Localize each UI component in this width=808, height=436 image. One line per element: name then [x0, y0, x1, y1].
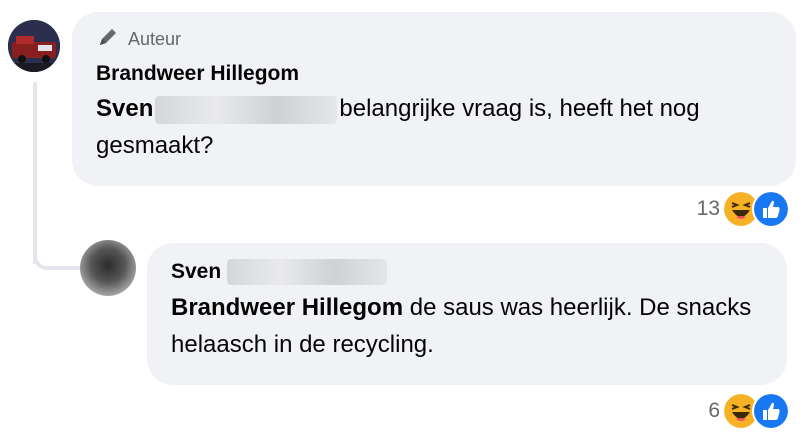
mention-link[interactable]: Sven [96, 95, 153, 122]
comment-author[interactable]: Brandweer Hillegom [96, 62, 772, 86]
reply-text: Brandweer Hillegom de saus was heerlijk.… [171, 289, 763, 363]
reaction-count: 6 [708, 399, 720, 422]
reply-author-row: Sven [171, 259, 763, 285]
reaction-count: 13 [696, 197, 720, 220]
redacted-name [227, 259, 388, 285]
reply-bubble: Sven Brandweer Hillegom de saus was heer… [147, 243, 787, 385]
author-badge-label: Auteur [128, 28, 182, 49]
like-icon [752, 392, 790, 430]
thread-connector-curve [33, 230, 83, 270]
avatar[interactable] [80, 240, 136, 296]
reaction-summary[interactable]: 6 [708, 392, 790, 430]
author-badge: Auteur [96, 26, 772, 52]
like-icon [752, 190, 790, 228]
redacted-name [155, 95, 338, 124]
reaction-summary[interactable]: 13 [697, 190, 790, 228]
avatar[interactable] [8, 20, 60, 72]
pencil-icon [96, 25, 120, 54]
comment-bubble: Auteur Brandweer Hillegom Sven belangrijk… [72, 12, 796, 186]
reply-author[interactable]: Sven [171, 260, 221, 284]
comment-text: Sven belangrijke vraag is, heeft het nog … [96, 90, 772, 164]
mention-link[interactable]: Brandweer Hillegom [171, 294, 403, 321]
fire-truck-photo [8, 20, 60, 72]
